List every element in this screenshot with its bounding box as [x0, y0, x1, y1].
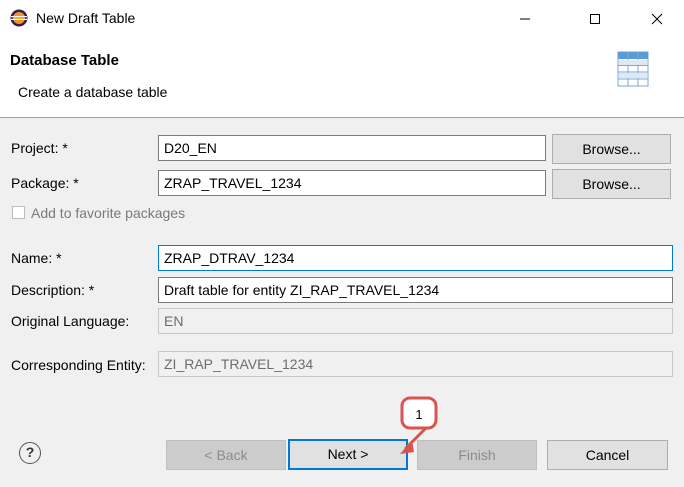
back-button[interactable]: < Back [166, 440, 286, 470]
description-label: Description: * [11, 282, 95, 298]
close-icon [651, 13, 663, 25]
next-button[interactable]: Next > [288, 439, 408, 470]
maximize-button[interactable] [572, 0, 618, 38]
help-icon[interactable]: ? [19, 442, 41, 464]
page-title: Database Table [10, 52, 119, 69]
cancel-button[interactable]: Cancel [547, 440, 668, 470]
package-browse-button[interactable]: Browse... [552, 169, 671, 199]
original-language-label: Original Language: [11, 313, 130, 329]
favorite-packages-checkbox[interactable] [12, 206, 25, 219]
wizard-header [0, 38, 684, 118]
original-language-field: EN [158, 308, 673, 334]
corresponding-entity-field: ZI_RAP_TRAVEL_1234 [158, 351, 673, 377]
corresponding-entity-label: Corresponding Entity: [11, 357, 146, 373]
maximize-icon [590, 14, 600, 24]
page-description: Create a database table [18, 84, 168, 100]
minimize-icon [520, 18, 530, 20]
project-field[interactable]: D20_EN [158, 135, 546, 161]
favorite-packages-label: Add to favorite packages [31, 205, 186, 221]
close-window-button[interactable] [634, 0, 680, 38]
table-icon [610, 46, 654, 94]
window-title: New Draft Table [36, 10, 136, 26]
project-label: Project: * [11, 140, 68, 156]
name-field[interactable]: ZRAP_DTRAV_1234 [158, 245, 673, 271]
eclipse-icon [10, 9, 28, 27]
package-label: Package: * [11, 175, 79, 191]
name-label: Name: * [11, 250, 62, 266]
description-field[interactable]: Draft table for entity ZI_RAP_TRAVEL_123… [158, 277, 673, 303]
package-field[interactable]: ZRAP_TRAVEL_1234 [158, 170, 546, 196]
minimize-button[interactable] [502, 0, 548, 38]
project-browse-button[interactable]: Browse... [552, 134, 671, 164]
step-number: 1 [415, 407, 423, 422]
